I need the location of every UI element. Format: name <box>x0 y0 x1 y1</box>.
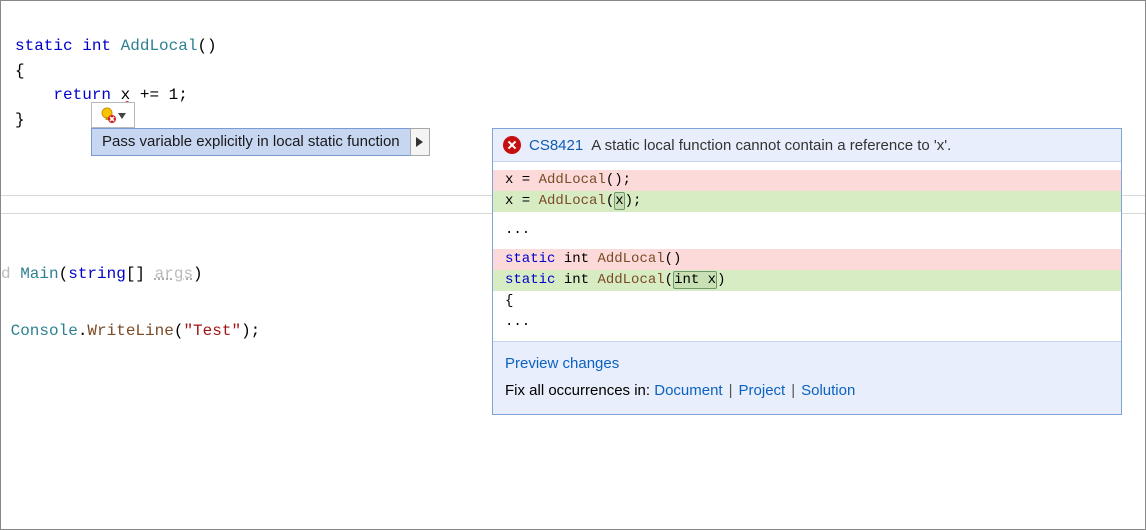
error-message: A static local function cannot contain a… <box>591 137 951 154</box>
lightbulb-icon <box>100 107 116 123</box>
keyword-static: static <box>15 37 73 55</box>
diff-preview: x = AddLocal(); x = AddLocal(x); ... sta… <box>493 162 1121 341</box>
chevron-down-icon <box>118 113 126 119</box>
fix-all-label: Fix all occurrences in: <box>505 382 650 399</box>
lightbulb-button[interactable] <box>91 102 135 128</box>
fix-document-link[interactable]: Document <box>654 382 722 399</box>
preview-header: CS8421 A static local function cannot co… <box>493 129 1121 162</box>
diff-ellipsis: ... <box>493 212 1121 249</box>
brace-close: } <box>15 111 25 129</box>
number-literal: 1 <box>169 86 179 104</box>
preview-changes-link[interactable]: Preview changes <box>505 355 619 372</box>
background-code[interactable]: d Main(string[] args) Console.WriteLine(… <box>1 231 260 346</box>
codefix-preview-panel: CS8421 A static local function cannot co… <box>492 128 1122 415</box>
method-name: AddLocal <box>121 37 198 55</box>
diff-added-line: static int AddLocal(int x) <box>493 270 1121 291</box>
quickfix-label: Pass variable explicitly in local static… <box>102 133 400 150</box>
quick-actions-menu: Pass variable explicitly in local static… <box>91 128 430 156</box>
error-icon <box>503 136 521 154</box>
diff-removed-line: static int AddLocal() <box>493 249 1121 270</box>
fix-project-link[interactable]: Project <box>739 382 786 399</box>
error-code-link[interactable]: CS8421 <box>529 137 583 154</box>
diff-removed-line: x = AddLocal(); <box>493 170 1121 191</box>
preview-footer: Preview changes Fix all occurrences in: … <box>493 341 1121 414</box>
keyword-int: int <box>82 37 111 55</box>
triangle-right-icon <box>416 137 423 147</box>
fix-solution-link[interactable]: Solution <box>801 382 855 399</box>
quickfix-expand-button[interactable] <box>410 128 430 156</box>
diff-added-line: x = AddLocal(x); <box>493 191 1121 212</box>
brace-open: { <box>15 62 25 80</box>
diff-brace: { <box>493 291 1121 312</box>
diff-ellipsis: ... <box>493 312 1121 333</box>
quickfix-pass-variable[interactable]: Pass variable explicitly in local static… <box>91 128 411 156</box>
code-editor[interactable]: static int AddLocal() { return x += 1; } <box>1 1 1145 133</box>
parens: () <box>197 37 216 55</box>
